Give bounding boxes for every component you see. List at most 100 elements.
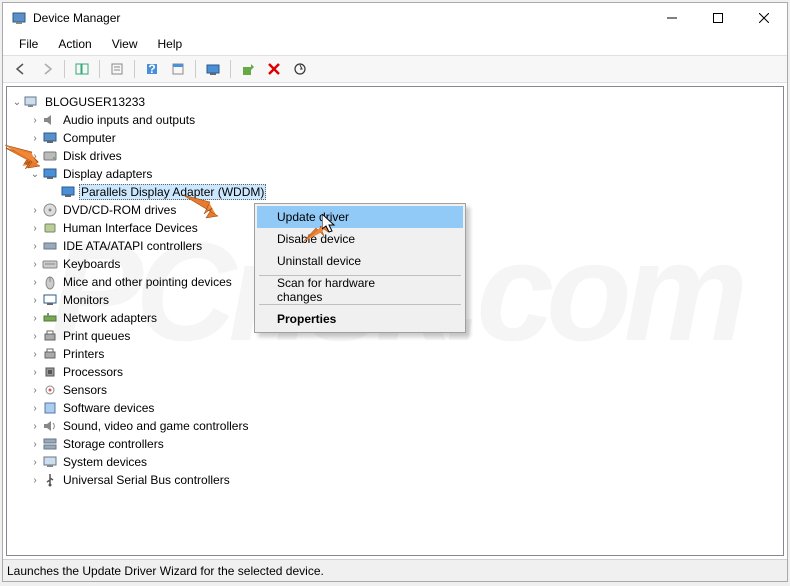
- ctx-properties[interactable]: Properties: [257, 308, 463, 330]
- tree-item-label: Mice and other pointing devices: [61, 275, 234, 289]
- printer-icon: [42, 346, 58, 362]
- show-hide-tree-button[interactable]: [70, 58, 94, 80]
- statusbar: Launches the Update Driver Wizard for th…: [3, 559, 787, 581]
- expand-chevron-icon[interactable]: ›: [29, 133, 41, 144]
- tree-category[interactable]: › Printers: [11, 345, 779, 363]
- tree-item-label: Monitors: [61, 293, 111, 307]
- expand-chevron-icon[interactable]: ›: [29, 331, 41, 342]
- ctx-scan-hardware[interactable]: Scan for hardware changes: [257, 279, 463, 301]
- expand-chevron-icon[interactable]: ⌄: [11, 97, 23, 108]
- tree-device[interactable]: Parallels Display Adapter (WDDM): [11, 183, 779, 201]
- close-button[interactable]: [741, 3, 787, 33]
- expand-chevron-icon[interactable]: ›: [29, 295, 41, 306]
- tree-item-label: Keyboards: [61, 257, 122, 271]
- expand-chevron-icon[interactable]: ›: [29, 241, 41, 252]
- usb-icon: [42, 472, 58, 488]
- expand-chevron-icon[interactable]: ›: [29, 223, 41, 234]
- menubar: File Action View Help: [3, 33, 787, 55]
- svg-text:?: ?: [148, 62, 155, 76]
- ctx-uninstall-device[interactable]: Uninstall device: [257, 250, 463, 272]
- window-controls: [649, 3, 787, 33]
- expand-chevron-icon[interactable]: ›: [29, 115, 41, 126]
- toolbar-separator: [230, 60, 231, 78]
- tree-item-label: DVD/CD-ROM drives: [61, 203, 178, 217]
- minimize-button[interactable]: [649, 3, 695, 33]
- tree-item-label: Print queues: [61, 329, 132, 343]
- keyboard-icon: [42, 256, 58, 272]
- expand-chevron-icon[interactable]: ›: [29, 349, 41, 360]
- expand-chevron-icon[interactable]: ›: [29, 475, 41, 486]
- expand-chevron-icon[interactable]: ›: [29, 367, 41, 378]
- tree-item-label: Computer: [61, 131, 118, 145]
- display-icon: [60, 184, 76, 200]
- expand-chevron-icon[interactable]: ›: [29, 403, 41, 414]
- titlebar: Device Manager: [3, 3, 787, 33]
- tree-item-label: Software devices: [61, 401, 156, 415]
- tree-category[interactable]: ›System devices: [11, 453, 779, 471]
- expand-chevron-icon[interactable]: ›: [29, 457, 41, 468]
- tree-item-label: Printers: [61, 347, 106, 361]
- expand-chevron-icon[interactable]: ›: [29, 259, 41, 270]
- storage-icon: [42, 436, 58, 452]
- expand-chevron-icon[interactable]: ›: [29, 385, 41, 396]
- network-icon: [42, 310, 58, 326]
- system-icon: [42, 454, 58, 470]
- disable-button[interactable]: [288, 58, 312, 80]
- monitor-icon: [42, 292, 58, 308]
- tree-item-label: IDE ATA/ATAPI controllers: [61, 239, 204, 253]
- action-button[interactable]: [166, 58, 190, 80]
- tree-item-label: Human Interface Devices: [61, 221, 200, 235]
- printer-icon: [42, 328, 58, 344]
- ctx-disable-device[interactable]: Disable device: [257, 228, 463, 250]
- uninstall-button[interactable]: [262, 58, 286, 80]
- expand-chevron-icon[interactable]: ›: [29, 439, 41, 450]
- ctx-separator: [259, 304, 461, 305]
- tree-category[interactable]: › Sensors: [11, 381, 779, 399]
- tree-root[interactable]: ⌄BLOGUSER13233: [11, 93, 779, 111]
- ctx-update-driver[interactable]: Update driver: [257, 206, 463, 228]
- forward-button[interactable]: [35, 58, 59, 80]
- tree-category[interactable]: › Processors: [11, 363, 779, 381]
- tree-category[interactable]: › Universal Serial Bus controllers: [11, 471, 779, 489]
- maximize-button[interactable]: [695, 3, 741, 33]
- speaker-icon: [42, 112, 58, 128]
- expand-chevron-icon[interactable]: ›: [29, 313, 41, 324]
- context-menu: Update driver Disable device Uninstall d…: [254, 203, 466, 333]
- tree-category[interactable]: › Sound, video and game controllers: [11, 417, 779, 435]
- toolbar-separator: [195, 60, 196, 78]
- expand-chevron-icon[interactable]: ›: [29, 421, 41, 432]
- cpu-icon: [42, 364, 58, 380]
- tree-category[interactable]: › Software devices: [11, 399, 779, 417]
- tree-item-label: Sound, video and game controllers: [61, 419, 250, 433]
- window-title: Device Manager: [33, 11, 649, 25]
- hid-icon: [42, 220, 58, 236]
- tree-category[interactable]: ›Audio inputs and outputs: [11, 111, 779, 129]
- expand-chevron-icon[interactable]: ›: [29, 205, 41, 216]
- tree-item-label: Display adapters: [61, 167, 154, 181]
- tree-category[interactable]: ⌄ Display adapters: [11, 165, 779, 183]
- menu-help[interactable]: Help: [150, 35, 191, 53]
- scan-button[interactable]: [201, 58, 225, 80]
- tree-category[interactable]: › Disk drives: [11, 147, 779, 165]
- tree-item-label: Storage controllers: [61, 437, 166, 451]
- menu-view[interactable]: View: [104, 35, 146, 53]
- properties-button[interactable]: [105, 58, 129, 80]
- expand-chevron-icon[interactable]: ›: [29, 151, 41, 162]
- app-icon: [11, 10, 27, 26]
- tree-item-label: Processors: [61, 365, 125, 379]
- tree-item-label: Universal Serial Bus controllers: [61, 473, 232, 487]
- tree-category[interactable]: › Computer: [11, 129, 779, 147]
- computer-icon: [42, 130, 58, 146]
- menu-action[interactable]: Action: [50, 35, 99, 53]
- update-driver-button[interactable]: [236, 58, 260, 80]
- tree-item-label: Sensors: [61, 383, 109, 397]
- menu-file[interactable]: File: [11, 35, 46, 53]
- expand-chevron-icon[interactable]: ›: [29, 277, 41, 288]
- help-button[interactable]: ?: [140, 58, 164, 80]
- tree-category[interactable]: › Storage controllers: [11, 435, 779, 453]
- toolbar: ?: [3, 55, 787, 83]
- toolbar-separator: [99, 60, 100, 78]
- expand-chevron-icon[interactable]: ⌄: [29, 169, 41, 180]
- tree-item-label: Disk drives: [61, 149, 124, 163]
- back-button[interactable]: [9, 58, 33, 80]
